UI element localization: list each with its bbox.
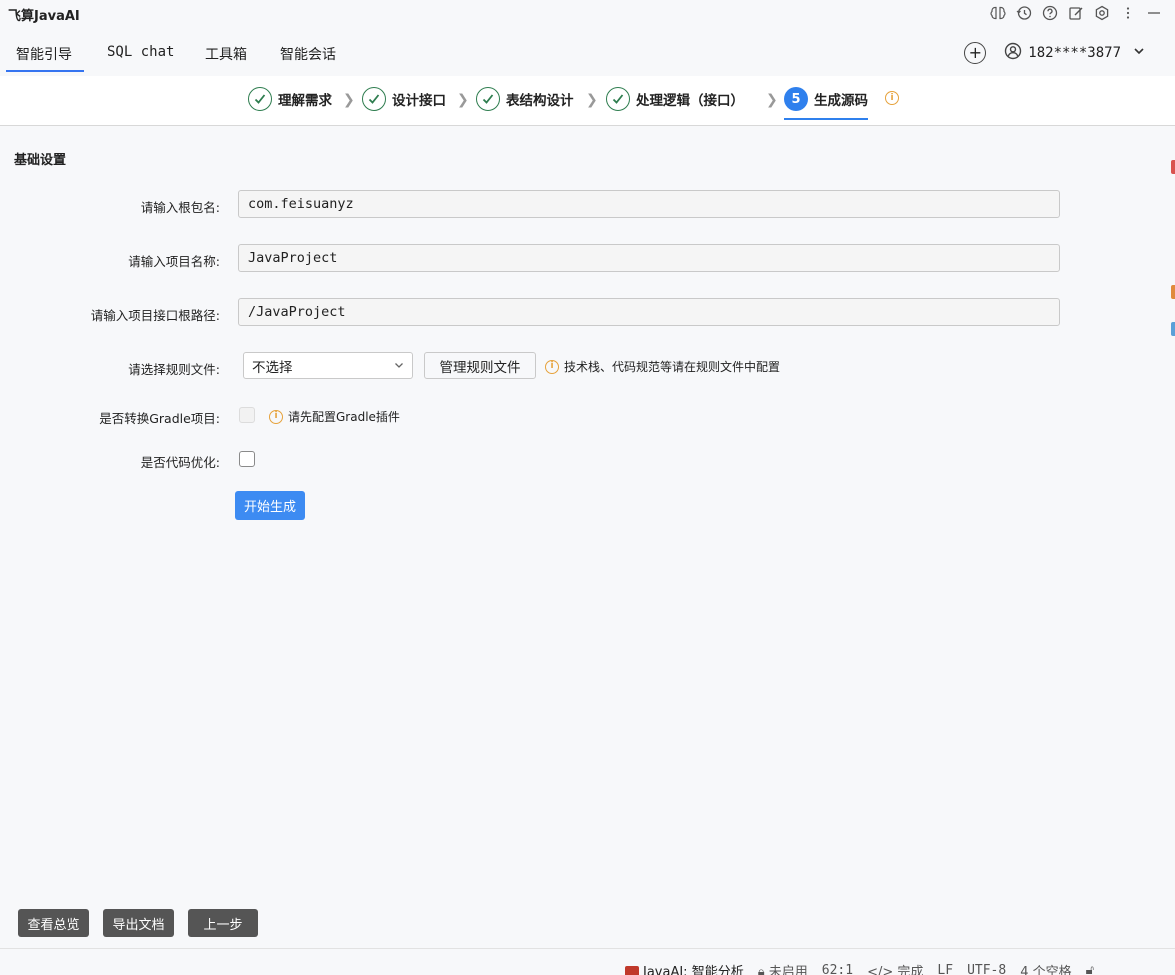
- plugin-logo-icon: [625, 966, 639, 975]
- line-ending[interactable]: LF: [937, 963, 953, 975]
- step-label: 设计接口: [392, 93, 446, 109]
- step-process-logic[interactable]: 处理逻辑（接口）: [606, 87, 744, 111]
- rule-hint: i 技术栈、代码规范等请在规则文件中配置: [545, 358, 780, 375]
- gradle-label: 是否转换Gradle项目:: [99, 411, 220, 426]
- lock-icon: 🔒︎: [757, 965, 765, 975]
- project-name-input[interactable]: [238, 244, 1060, 272]
- project-name-label: 请输入项目名称:: [128, 254, 220, 269]
- tab-sql-chat[interactable]: SQL chat: [107, 44, 174, 60]
- tab-smart-chat[interactable]: 智能会话: [280, 44, 336, 64]
- start-generate-button[interactable]: 开始生成: [235, 491, 305, 520]
- indent-setting[interactable]: 4 个空格: [1020, 961, 1071, 975]
- user-menu[interactable]: 182****3877: [1004, 42, 1145, 64]
- unlock-icon[interactable]: 🔓︎: [1086, 963, 1094, 975]
- step-progress: 理解需求 ❯ 设计接口 ❯ 表结构设计 ❯ 处理逻辑（接口） ❯ 5 生成源码 …: [0, 76, 1175, 126]
- rule-file-select[interactable]: 不选择: [243, 352, 413, 379]
- chevron-right-icon: ❯: [586, 92, 598, 108]
- view-overview-button[interactable]: 查看总览: [18, 909, 89, 937]
- step-design-api[interactable]: 设计接口: [362, 87, 446, 111]
- export-doc-button[interactable]: 导出文档: [103, 909, 174, 937]
- more-icon[interactable]: [1119, 4, 1137, 22]
- chevron-right-icon: ❯: [457, 92, 469, 108]
- gradle-hint-text: 请先配置Gradle插件: [288, 410, 400, 424]
- step-table-design[interactable]: 表结构设计: [476, 87, 574, 111]
- chevron-down-icon: [394, 358, 404, 374]
- chevron-down-icon[interactable]: [1133, 45, 1145, 61]
- title-toolbar: [989, 4, 1163, 22]
- cursor-position[interactable]: 62:1: [822, 963, 853, 975]
- check-icon: [476, 87, 500, 111]
- rule-hint-text: 技术栈、代码规范等请在规则文件中配置: [564, 360, 781, 374]
- settings-icon[interactable]: [1093, 4, 1111, 22]
- history-icon[interactable]: [1015, 4, 1033, 22]
- step-label: 生成源码: [814, 93, 868, 109]
- tab-bar-actions: + 182****3877: [964, 42, 1145, 64]
- step-number: 5: [784, 87, 808, 111]
- title-bar: 飞算JavaAI: [0, 0, 1175, 28]
- encoding[interactable]: UTF-8: [967, 963, 1006, 975]
- code-optimize-checkbox[interactable]: [239, 451, 255, 467]
- package-input[interactable]: [238, 190, 1060, 218]
- check-icon: [606, 87, 630, 111]
- help-icon[interactable]: [1041, 4, 1059, 22]
- status-lock[interactable]: 🔒︎ 未启用: [758, 961, 808, 975]
- step-label: 理解需求: [278, 93, 332, 109]
- section-title: 基础设置: [14, 153, 67, 168]
- edge-marker: [1171, 322, 1175, 336]
- tab-smart-guide[interactable]: 智能引导: [6, 44, 84, 72]
- previous-step-button[interactable]: 上一步: [188, 909, 258, 937]
- info-icon[interactable]: i: [885, 91, 899, 105]
- code-optimize-label: 是否代码优化:: [140, 455, 220, 470]
- user-icon: [1004, 42, 1022, 64]
- gradle-hint: i 请先配置Gradle插件: [269, 408, 400, 425]
- chevron-right-icon: ❯: [343, 92, 355, 108]
- bottom-action-bar: 查看总览 导出文档 上一步: [0, 898, 1175, 948]
- edge-marker: [1171, 285, 1175, 299]
- status-bar: JavaAI: 智能分析 🔒︎ 未启用 62:1 </> 完成 LF UTF-8…: [0, 948, 1175, 975]
- manage-rules-button[interactable]: 管理规则文件: [424, 352, 536, 379]
- step-label: 处理逻辑（接口）: [636, 93, 744, 109]
- status-plugin[interactable]: JavaAI: 智能分析: [625, 961, 744, 975]
- step-understand-requirements[interactable]: 理解需求: [248, 87, 332, 111]
- info-icon: i: [545, 359, 559, 374]
- api-path-input[interactable]: [238, 298, 1060, 326]
- gradle-checkbox[interactable]: [239, 407, 255, 423]
- package-label: 请输入根包名:: [140, 200, 220, 215]
- tab-toolbox[interactable]: 工具箱: [205, 44, 247, 64]
- check-icon: [362, 87, 386, 111]
- add-icon[interactable]: +: [964, 42, 987, 64]
- minimize-icon[interactable]: [1145, 4, 1163, 22]
- status-done[interactable]: </> 完成: [867, 961, 923, 975]
- edge-marker: [1171, 160, 1175, 174]
- rule-file-selected: 不选择: [252, 359, 293, 376]
- user-phone: 182****3877: [1028, 45, 1121, 61]
- status-items: JavaAI: 智能分析 🔒︎ 未启用 62:1 </> 完成 LF UTF-8…: [625, 961, 1094, 975]
- chevron-right-icon: ❯: [766, 92, 778, 108]
- check-icon: [248, 87, 272, 111]
- code-icon: </>: [867, 965, 894, 975]
- step-label: 表结构设计: [506, 93, 574, 109]
- main-tab-bar: 智能引导 SQL chat 工具箱 智能会话 + 182****3877: [0, 32, 1175, 76]
- edit-icon[interactable]: [1067, 4, 1085, 22]
- step-generate-source[interactable]: 5 生成源码: [784, 87, 868, 120]
- brain-icon[interactable]: [989, 4, 1007, 22]
- api-path-label: 请输入项目接口根路径:: [90, 308, 220, 323]
- app-title: 飞算JavaAI: [8, 9, 80, 24]
- rule-file-label: 请选择规则文件:: [128, 362, 220, 377]
- info-icon: i: [269, 409, 283, 424]
